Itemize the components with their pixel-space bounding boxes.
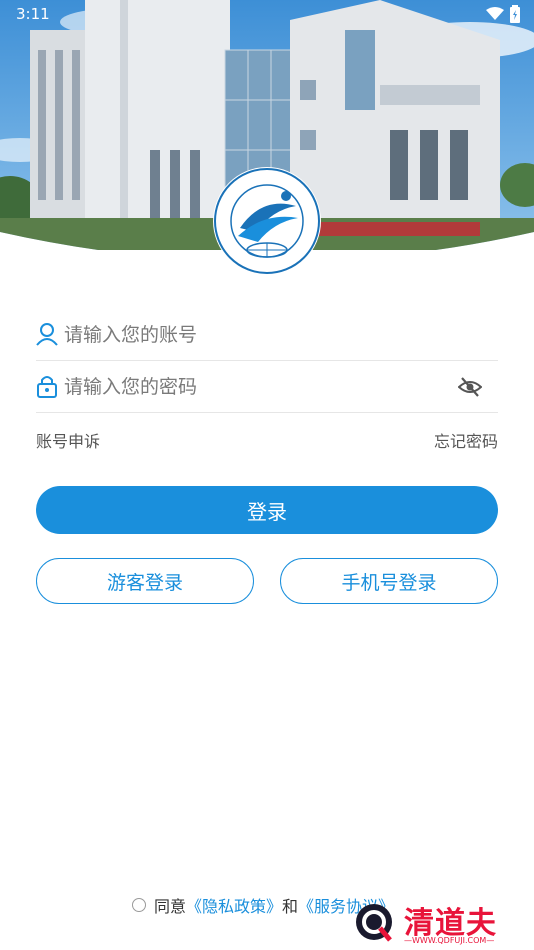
account-appeal-link[interactable]: 账号申诉 [36,428,100,452]
lock-icon [37,376,57,398]
password-input[interactable] [64,370,464,404]
login-button[interactable]: 登录 [36,486,498,534]
user-icon [36,323,58,346]
phone-login-button[interactable]: 手机号登录 [280,558,498,604]
status-bar: 3:11 [0,0,534,28]
college-logo [212,166,322,276]
wifi-icon [486,7,504,20]
account-input[interactable] [64,318,464,352]
agree-radio[interactable] [132,898,146,912]
agreement-and: 和 [282,897,299,916]
account-field[interactable] [36,310,498,361]
forgot-password-link[interactable]: 忘记密码 [434,428,498,452]
guest-login-button[interactable]: 游客登录 [36,558,254,604]
agreement-prefix: 同意 [154,897,187,916]
battery-icon [510,5,520,23]
status-time: 3:11 [16,5,50,23]
eye-hidden-icon[interactable] [458,376,482,398]
status-icons [486,5,520,23]
privacy-policy-link[interactable]: 《隐私政策》 [186,893,282,917]
password-field[interactable] [36,362,498,413]
watermark-url: —WWW.QDFUJI.COM— [404,936,495,945]
